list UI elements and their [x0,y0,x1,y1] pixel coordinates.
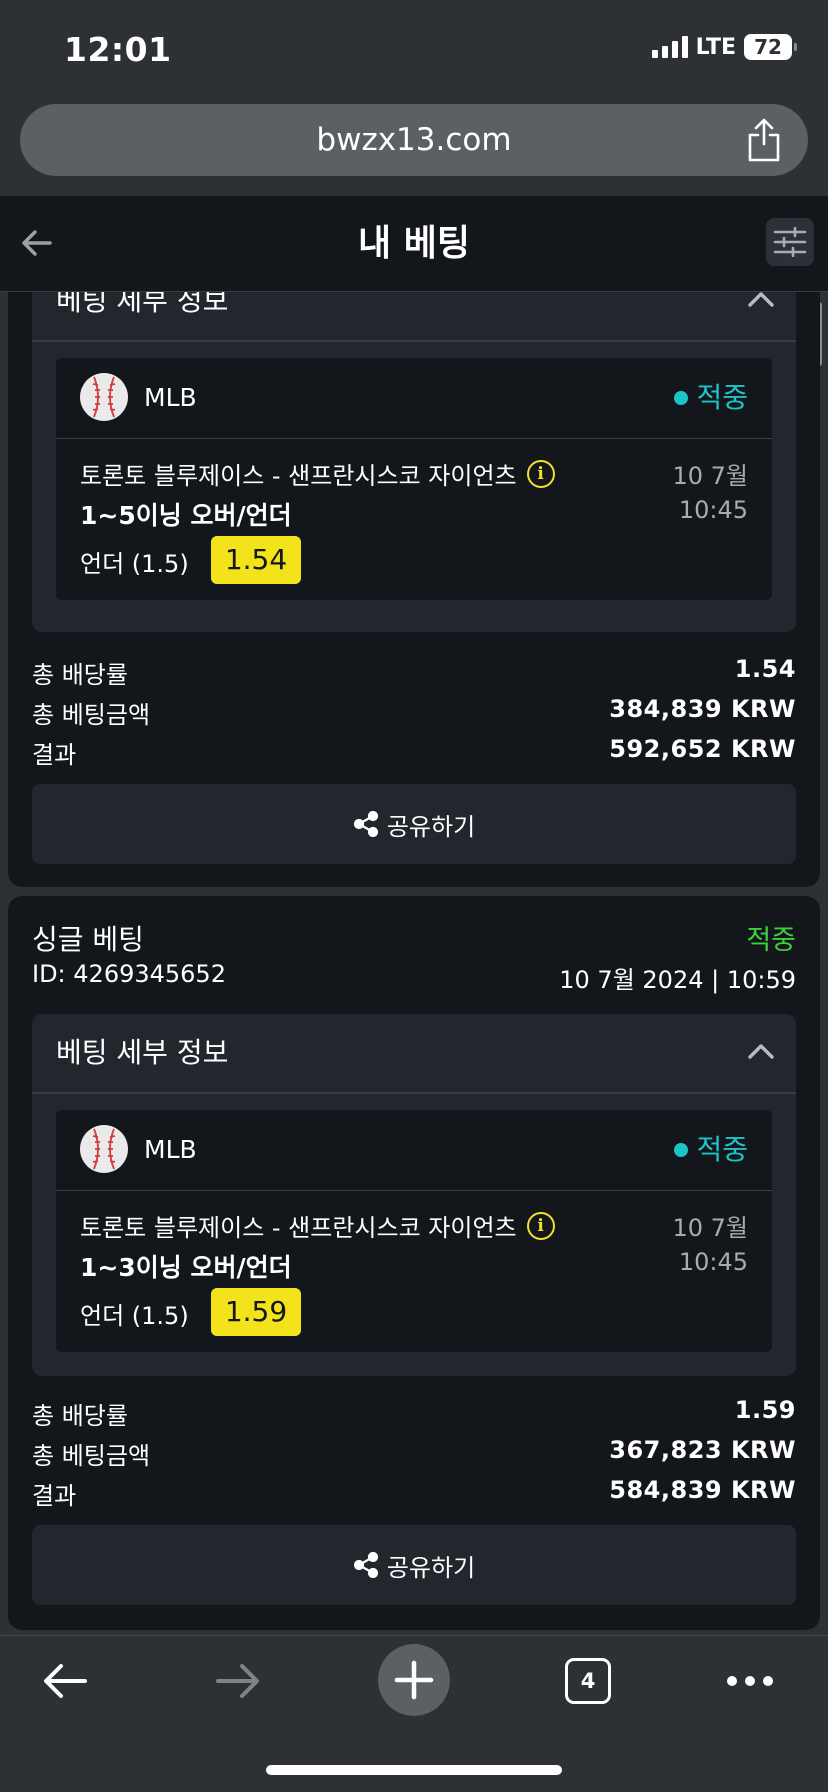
market-name: 1~3이닝 오버/언더 [80,1253,292,1282]
baseball-icon [80,373,128,421]
payout-value: 584,839 KRW [609,1476,796,1504]
event-divider [56,438,772,439]
event-time: 10:45 [678,1248,748,1276]
info-icon[interactable]: i [526,1211,555,1240]
selection: 언더 (1.5) [80,550,189,578]
bet-card: 베팅 세부 정보 MLB 적중 토론토 블루제이스 - 샌프란시스코 자이언츠 i… [8,292,820,887]
details-divider [32,1092,796,1094]
status-time: 12:01 [64,30,172,69]
match-text: 토론토 블루제이스 - 샌프란시스코 자이언츠 [80,462,517,490]
league-name: MLB [144,383,197,412]
total-odds-value: 1.59 [734,1396,796,1424]
share-button[interactable]: 공유하기 [32,1525,796,1605]
forward-arrow-icon [216,1664,259,1698]
browser-forward-button[interactable] [203,1636,273,1726]
event-result: 적중 [674,1110,748,1190]
status-dot-icon [674,1143,689,1157]
match-text: 토론토 블루제이스 - 샌프란시스코 자이언츠 [80,1214,517,1242]
plus-icon [394,1660,434,1700]
baseball-icon [80,1125,128,1173]
odds-badge: 1.54 [211,536,301,584]
share-button[interactable]: 공유하기 [32,784,796,864]
bet-type: 싱글 베팅 [32,923,144,956]
stake-label: 총 베팅금액 [32,1442,151,1470]
payout-label: 결과 [32,1482,77,1510]
stake-value: 384,839 KRW [609,695,796,723]
payout-value: 592,652 KRW [609,735,796,763]
total-odds-label: 총 배당률 [32,661,128,689]
address-bar[interactable]: bwzx13.com [20,104,808,176]
browser-back-button[interactable] [30,1636,100,1726]
bet-card: 싱글 베팅 적중 ID: 4269345652 10 7월 2024 | 10:… [8,896,820,1630]
stake-row: 총 베팅금액 367,823 KRW [32,1436,796,1471]
app-header: 내 베팅 [0,196,828,292]
event-panel: MLB 적중 토론토 블루제이스 - 샌프란시스코 자이언츠 i 1~5이닝 오버… [56,358,772,600]
details-divider [32,340,796,342]
match-name: 토론토 블루제이스 - 샌프란시스코 자이언츠 i [80,456,555,491]
tab-count-icon: 4 [565,1658,611,1704]
event-divider [56,1190,772,1191]
stake-label: 총 베팅금액 [32,701,151,729]
selection: 언더 (1.5) [80,1302,189,1330]
event-date: 10 7월 [672,462,748,490]
payout-row: 결과 584,839 KRW [32,1476,796,1511]
bet-details-panel: 베팅 세부 정보 MLB 적중 토론토 블루제이스 - 샌프란시스코 자이언츠 i… [32,292,796,632]
payout-label: 결과 [32,741,77,769]
status-dot-icon [674,391,689,405]
new-tab-button[interactable] [378,1644,450,1716]
bet-status: 적중 [746,925,796,956]
url-text: bwzx13.com [316,122,512,158]
share-nodes-icon [353,1552,378,1578]
bet-details-panel: 베팅 세부 정보 MLB 적중 토론토 블루제이스 - 샌프란시스코 자이언츠 i… [32,1014,796,1376]
info-icon[interactable]: i [526,459,555,488]
sliders-icon [773,227,807,257]
stake-row: 총 베팅금액 384,839 KRW [32,695,796,730]
filter-button[interactable] [766,218,814,266]
total-odds-value: 1.54 [734,655,796,683]
share-label: 공유하기 [386,812,476,841]
home-indicator[interactable] [266,1765,562,1775]
details-title: 베팅 세부 정보 [56,1036,229,1069]
match-name: 토론토 블루제이스 - 샌프란시스코 자이언츠 i [80,1208,555,1243]
event-panel: MLB 적중 토론토 블루제이스 - 샌프란시스코 자이언츠 i 1~3이닝 오버… [56,1110,772,1352]
payout-row: 결과 592,652 KRW [32,735,796,770]
bet-id: ID: 4269345652 [32,960,226,988]
event-result-text: 적중 [696,381,748,414]
event-date: 10 7월 [672,1214,748,1242]
stake-value: 367,823 KRW [609,1436,796,1464]
status-bar: 12:01 LTE 72 [0,0,828,96]
more-dots-icon [727,1676,773,1686]
share-label: 공유하기 [386,1553,476,1582]
chevron-up-icon[interactable] [748,292,774,308]
total-odds-row: 총 배당률 1.54 [32,655,796,690]
odds-badge: 1.59 [211,1288,301,1336]
league-name: MLB [144,1135,197,1164]
total-odds-label: 총 배당률 [32,1402,128,1430]
chevron-up-icon[interactable] [748,1042,774,1060]
more-button[interactable] [720,1636,780,1726]
share-icon[interactable] [746,118,782,162]
page-title: 내 베팅 [358,223,470,264]
back-arrow-icon [44,1664,87,1698]
bets-list[interactable]: 베팅 세부 정보 MLB 적중 토론토 블루제이스 - 샌프란시스코 자이언츠 i… [0,292,828,1635]
tabs-button[interactable]: 4 [553,1636,623,1726]
battery-icon: 72 [744,34,797,60]
bet-placed-date: 10 7월 2024 | 10:59 [559,966,796,994]
signal-icon [651,36,688,58]
total-odds-row: 총 배당률 1.59 [32,1396,796,1431]
event-result-text: 적중 [696,1133,748,1166]
event-time: 10:45 [678,496,748,524]
market-name: 1~5이닝 오버/언더 [80,501,292,530]
network-type: LTE [695,34,736,60]
event-result: 적중 [674,358,748,438]
details-title: 베팅 세부 정보 [56,292,229,317]
battery-level: 72 [754,35,782,59]
share-nodes-icon [353,811,378,837]
